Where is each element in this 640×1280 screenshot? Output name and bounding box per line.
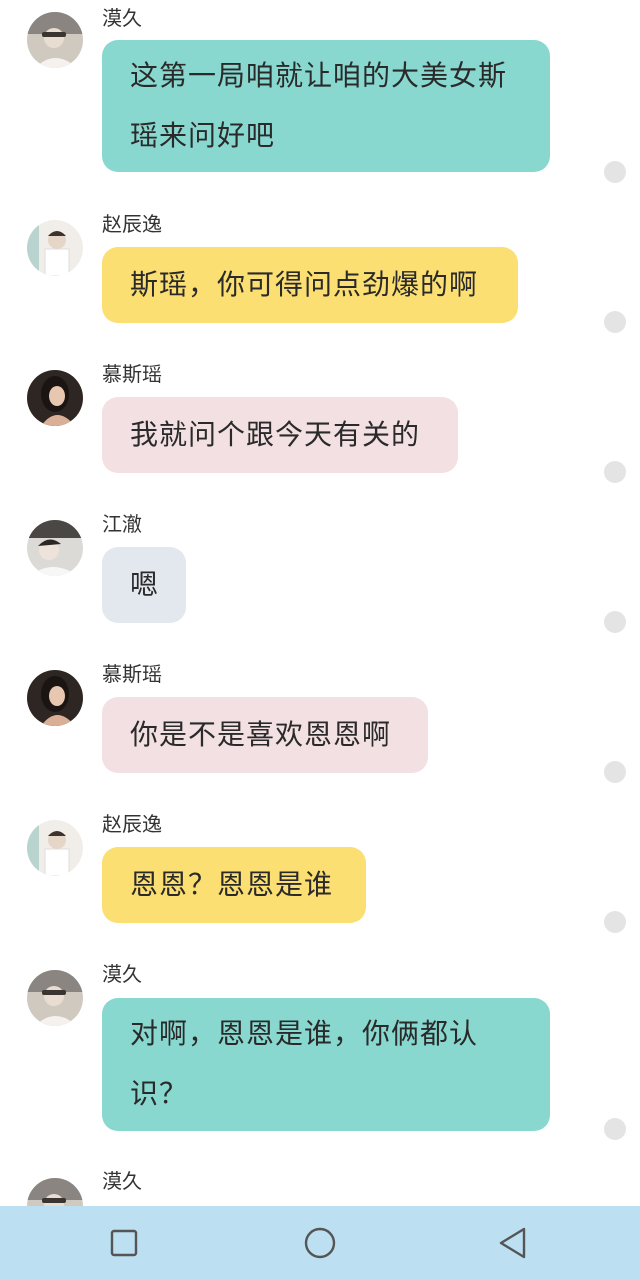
message-bubble[interactable]: 恩恩？恩恩是谁 bbox=[102, 847, 366, 923]
message-text-line: 这第一局咱就让咱的大美女斯 bbox=[130, 59, 508, 92]
avatar-photo-icon[interactable] bbox=[27, 12, 83, 68]
sender-name: 江澈 bbox=[102, 512, 142, 536]
message-text-line: 对啊，恩恩是谁，你俩都认 bbox=[130, 1017, 479, 1050]
avatar-photo-icon[interactable] bbox=[27, 970, 83, 1026]
status-dot bbox=[604, 1118, 626, 1140]
status-dot bbox=[604, 611, 626, 633]
message-text: 斯瑶，你可得问点劲爆的啊 bbox=[130, 268, 479, 301]
sender-name: 赵辰逸 bbox=[102, 812, 162, 836]
sender-name: 漠久 bbox=[102, 962, 142, 986]
status-dot bbox=[604, 161, 626, 183]
circle-home-icon[interactable] bbox=[303, 1226, 337, 1260]
message-text-line: 识？ bbox=[130, 1077, 189, 1110]
message-text: 我就问个跟今天有关的 bbox=[130, 418, 421, 451]
status-dot bbox=[604, 311, 626, 333]
sender-name: 漠久 bbox=[102, 6, 142, 30]
message-bubble[interactable]: 嗯 bbox=[102, 547, 186, 623]
avatar-photo-icon[interactable] bbox=[27, 520, 83, 576]
status-dot bbox=[604, 461, 626, 483]
status-dot bbox=[604, 911, 626, 933]
avatar-photo-icon[interactable] bbox=[27, 370, 83, 426]
triangle-back-icon[interactable] bbox=[496, 1226, 530, 1260]
avatar-photo-icon[interactable] bbox=[27, 220, 83, 276]
message-bubble[interactable]: 这第一局咱就让咱的大美女斯 瑶来问好吧 bbox=[102, 40, 550, 172]
sender-name: 慕斯瑶 bbox=[102, 362, 162, 386]
message-text-line: 瑶来问好吧 bbox=[130, 119, 276, 152]
message-bubble[interactable]: 你是不是喜欢恩恩啊 bbox=[102, 697, 428, 773]
message-text: 恩恩？恩恩是谁 bbox=[130, 868, 334, 901]
message-text: 你是不是喜欢恩恩啊 bbox=[130, 718, 392, 751]
avatar-photo-icon[interactable] bbox=[27, 820, 83, 876]
message-bubble[interactable]: 斯瑶，你可得问点劲爆的啊 bbox=[102, 247, 518, 323]
navigation-bar bbox=[0, 1206, 640, 1280]
chat-screen: 漠久 这第一局咱就让咱的大美女斯 瑶来问好吧 赵辰逸 斯瑶，你可得问点劲爆的啊 bbox=[0, 0, 640, 1280]
sender-name: 赵辰逸 bbox=[102, 212, 162, 236]
message-bubble[interactable]: 对啊，恩恩是谁，你俩都认 识？ bbox=[102, 998, 550, 1131]
message-bubble[interactable]: 我就问个跟今天有关的 bbox=[102, 397, 458, 473]
sender-name: 漠久 bbox=[102, 1169, 142, 1193]
message-text: 嗯 bbox=[130, 568, 160, 601]
sender-name: 慕斯瑶 bbox=[102, 662, 162, 686]
status-dot bbox=[604, 761, 626, 783]
avatar-photo-icon[interactable] bbox=[27, 670, 83, 726]
square-recents-icon[interactable] bbox=[107, 1226, 141, 1260]
